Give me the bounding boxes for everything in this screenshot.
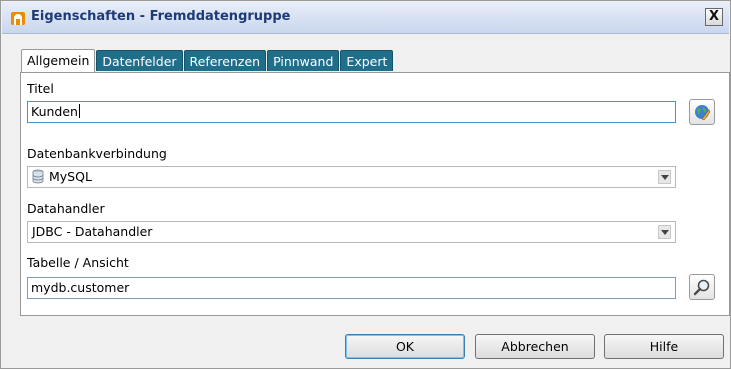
chevron-down-icon[interactable] — [658, 225, 671, 239]
datahandler-label: Datahandler — [27, 201, 105, 216]
properties-dialog: Eigenschaften - Fremddatengruppe X Allge… — [0, 0, 731, 369]
datahandler-value: JDBC - Datahandler — [32, 224, 153, 239]
tab-allgemein[interactable]: Allgemein — [21, 49, 96, 72]
title-bar: Eigenschaften - Fremddatengruppe X — [2, 2, 729, 34]
close-icon: X — [708, 9, 720, 24]
cancel-button[interactable]: Abbrechen — [475, 334, 595, 359]
app-house-icon — [10, 10, 26, 26]
tab-referenzen[interactable]: Referenzen — [183, 50, 267, 71]
table-label: Tabelle / Ansicht — [27, 255, 129, 270]
text-caret — [78, 104, 80, 118]
title-input[interactable]: Kunden — [27, 101, 676, 123]
title-label: Titel — [27, 81, 54, 96]
title-edit-button[interactable] — [689, 99, 715, 125]
tab-datenfelder[interactable]: Datenfelder — [96, 50, 183, 71]
help-button[interactable]: Hilfe — [604, 334, 724, 359]
db-connection-label: Datenbankverbindung — [27, 146, 167, 161]
window-title: Eigenschaften - Fremddatengruppe — [31, 9, 291, 24]
db-connection-select[interactable]: MySQL — [27, 166, 676, 188]
general-panel: Titel Kunden Datenbankverbindung MySQL D… — [20, 72, 730, 316]
tab-expert[interactable]: Expert — [340, 50, 394, 71]
db-connection-value: MySQL — [49, 169, 92, 184]
chevron-down-icon[interactable] — [658, 170, 671, 184]
ok-button[interactable]: OK — [345, 334, 465, 359]
globe-edit-icon — [693, 103, 711, 124]
table-input-value: mydb.customer — [31, 280, 130, 295]
magnifier-icon — [693, 278, 711, 299]
database-icon — [32, 169, 44, 184]
tab-pinnwand[interactable]: Pinnwand — [267, 50, 340, 71]
title-input-value: Kunden — [31, 104, 78, 119]
close-button[interactable]: X — [705, 8, 723, 26]
table-input[interactable]: mydb.customer — [27, 277, 676, 299]
table-browse-button[interactable] — [689, 274, 715, 300]
datahandler-select[interactable]: JDBC - Datahandler — [27, 221, 676, 243]
tab-bar: Allgemein Datenfelder Referenzen Pinnwan… — [21, 49, 394, 72]
